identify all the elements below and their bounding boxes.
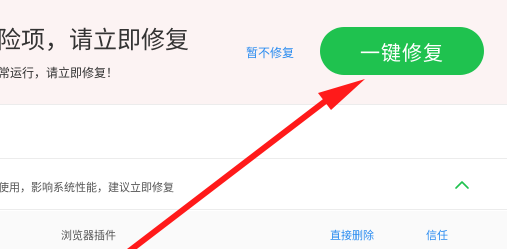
banner-subtitle: 常运行，请立即修复！ <box>0 66 119 80</box>
browser-plugin-label: 浏览器插件 <box>61 229 116 242</box>
delete-directly-link[interactable]: 直接删除 <box>330 227 374 243</box>
issue-description: 使用，影响系统性能，建议立即修复 <box>0 181 174 194</box>
one-click-fix-button[interactable]: 一键修复 <box>320 27 484 75</box>
warning-banner: 险项，请立即修复 常运行，请立即修复！ 暂不修复 一键修复 <box>0 0 507 105</box>
ignore-fix-link[interactable]: 暂不修复 <box>246 44 294 61</box>
banner-title: 险项，请立即修复 <box>0 26 189 54</box>
chevron-up-icon[interactable] <box>450 173 474 197</box>
issue-row[interactable]: 使用，影响系统性能，建议立即修复 <box>0 158 507 210</box>
security-fix-panel: 险项，请立即修复 常运行，请立即修复！ 暂不修复 一键修复 使用，影响系统性能，… <box>0 0 507 249</box>
detail-row: 浏览器插件 直接删除 信任 <box>0 211 507 249</box>
trust-link[interactable]: 信任 <box>426 227 448 243</box>
